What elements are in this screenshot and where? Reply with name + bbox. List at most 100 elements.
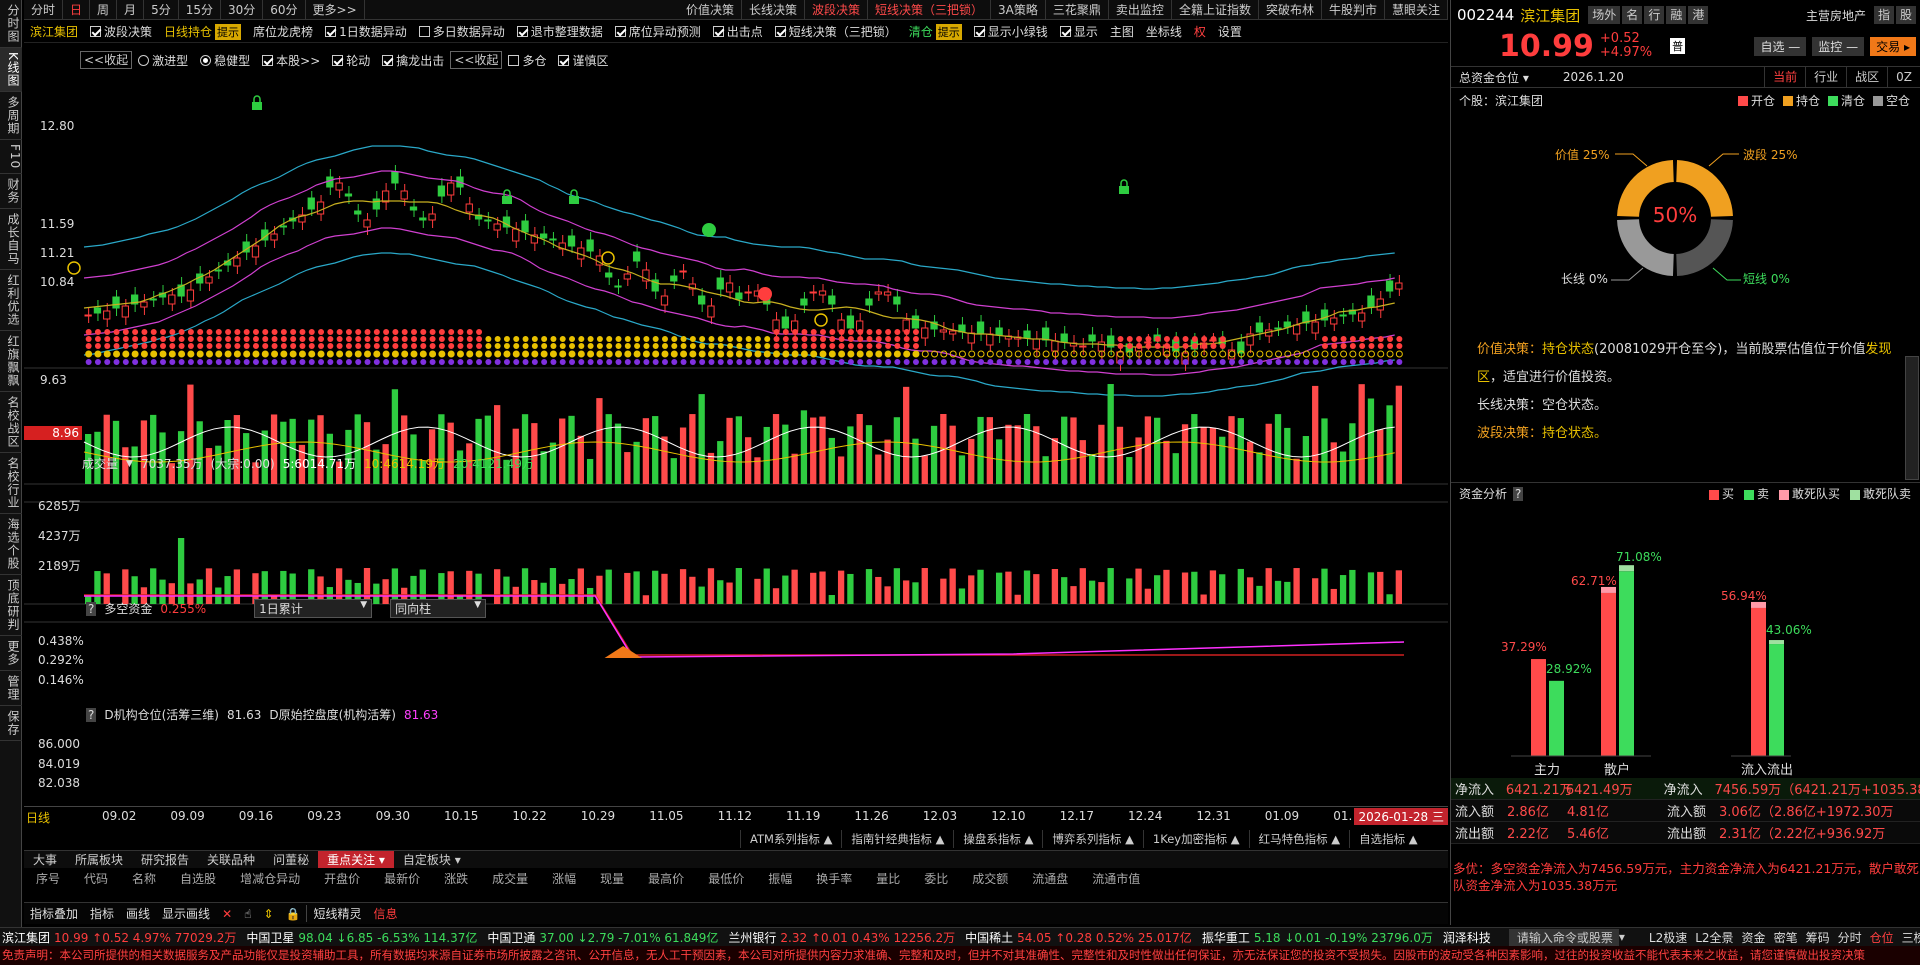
seat-dragon-list[interactable]: 席位龙虎榜 (247, 23, 319, 40)
table-col-8[interactable]: 成交量 (480, 870, 540, 884)
table-col-2[interactable]: 名称 (120, 870, 168, 884)
delist-data-toggle[interactable]: 退市整理数据 (511, 23, 609, 40)
sidebar-item-2[interactable]: 多周期 (0, 92, 22, 140)
attack-point-toggle[interactable]: 出击点 (707, 23, 769, 40)
aggressive-radio[interactable]: 激进型 (132, 52, 194, 69)
sidebar-item-0[interactable]: 分时图 (0, 0, 22, 48)
trade-button[interactable]: 交易 ▸ (1870, 36, 1916, 56)
collapse-button[interactable]: <<收起 (80, 51, 133, 69)
sidebar-item-8[interactable]: 名校战区 (0, 392, 22, 454)
bar-type-select[interactable]: 同向柱 ▼ (390, 599, 487, 618)
period-tab-7[interactable]: 更多>> (306, 0, 365, 19)
collapse-button-2[interactable]: <<收起 (450, 51, 503, 69)
sidebar-item-7[interactable]: 红旗飘飘 (0, 331, 22, 393)
func-tab-5[interactable]: 三花聚鼎 (1046, 0, 1109, 19)
lock-icon[interactable]: 🔒 (280, 907, 307, 921)
right-tab-2[interactable]: 行 (1644, 6, 1665, 24)
command-dropdown-icon[interactable]: ▾ (1619, 930, 1625, 944)
indicator-tab-6[interactable]: 自选指标 ▲ (1349, 830, 1427, 848)
sidebar-item-3[interactable]: F10 (0, 140, 22, 175)
sidebar-item-1[interactable]: K线图 (0, 48, 22, 92)
period-tab-2[interactable]: 月 (117, 0, 145, 19)
sidebar-item-6[interactable]: 红利优选 (0, 270, 22, 332)
right-tab-1[interactable]: 名 (1622, 6, 1643, 24)
table-col-7[interactable]: 涨跌 (432, 870, 480, 884)
bottom-tab-3[interactable]: 关联品种 (198, 851, 264, 868)
notes-scrollbar[interactable] (1905, 356, 1919, 480)
right-tab2-0[interactable]: 指 (1873, 6, 1894, 24)
indicator-tab-3[interactable]: 博弈系列指标 ▲ (1042, 830, 1143, 848)
table-col-14[interactable]: 换手率 (804, 870, 864, 884)
ticker-link-5[interactable]: 分时 (1834, 929, 1866, 946)
sidebar-item-9[interactable]: 名校行业 (0, 453, 22, 515)
multi-day-anomaly-toggle[interactable]: 多日数据异动 (413, 23, 511, 40)
period-tab-intraday[interactable]: 分时 (24, 0, 64, 19)
ticker-item[interactable]: 兰州银行 2.32 ↑0.01 0.43% 12256.2万 (726, 929, 963, 946)
sidebar-item-4[interactable]: 财务 (0, 174, 22, 210)
info-button[interactable]: 信息 (367, 905, 403, 922)
bottom-tab-4[interactable]: 问董秘 (264, 851, 318, 868)
monitor-button[interactable]: 监控 — (1812, 36, 1865, 56)
func-tab-10[interactable]: 慧眼关注 (1385, 0, 1448, 19)
table-col-16[interactable]: 委比 (912, 870, 960, 884)
band-decision-toggle[interactable]: 波段决策 (84, 23, 158, 40)
func-tab-8[interactable]: 突破布林 (1259, 0, 1322, 19)
sidebar-item-5[interactable]: 成长自马 (0, 209, 22, 271)
this-stock-toggle[interactable]: 本股>> (256, 52, 326, 69)
delete-icon[interactable]: ✕ (216, 907, 238, 921)
coordinate-line-button[interactable]: 坐标线 (1140, 23, 1188, 40)
sidebar-item-10[interactable]: 海选个股 (0, 514, 22, 576)
func-tab-7[interactable]: 全籍上证指数 (1172, 0, 1259, 19)
settings-button[interactable]: 设置 (1212, 23, 1248, 40)
table-col-5[interactable]: 开盘价 (312, 870, 372, 884)
dragon-attack-toggle[interactable]: 擒龙出击 (376, 52, 450, 69)
ticker-item[interactable]: 振华重工 5.18 ↓0.01 -0.19% 23796.0万 (1200, 929, 1441, 946)
period-tab-3[interactable]: 5分 (144, 0, 179, 19)
table-col-11[interactable]: 最高价 (636, 870, 696, 884)
position-tab-2[interactable]: 战区 (1846, 67, 1887, 87)
func-tab-9[interactable]: 牛股判市 (1322, 0, 1385, 19)
func-tab-6[interactable]: 卖出监控 (1109, 0, 1172, 19)
sidebar-item-14[interactable]: 保存 (0, 706, 22, 742)
period-tab-4[interactable]: 15分 (179, 0, 221, 19)
steady-radio[interactable]: 稳健型 (194, 52, 256, 69)
rights-button[interactable]: 权 (1188, 23, 1212, 40)
accumulate-select[interactable]: 1日累计 ▼ (254, 599, 373, 618)
one-day-anomaly-toggle[interactable]: 1日数据异动 (319, 23, 413, 40)
period-tab-1[interactable]: 周 (90, 0, 118, 19)
ticker-item[interactable]: 中国卫通 37.00 ↓2.79 -7.01% 61.849亿 (485, 929, 726, 946)
sidebar-item-13[interactable]: 管理 (0, 671, 22, 707)
ticker-link-2[interactable]: 资金 (1738, 929, 1770, 946)
period-label[interactable]: 日线 (26, 809, 50, 826)
kline-chart[interactable] (24, 72, 1448, 672)
func-tab-2[interactable]: 波段决策 (805, 0, 869, 19)
ticker-link-7[interactable]: 三榜 (1898, 929, 1920, 946)
right-tab2-1[interactable]: 股 (1895, 6, 1916, 24)
period-tab-5[interactable]: 30分 (221, 0, 264, 19)
ticker-link-0[interactable]: L2极速 (1645, 929, 1691, 946)
indicator-tab-2[interactable]: 操盘系指标 ▲ (953, 830, 1042, 848)
period-tab-0[interactable]: 日 (63, 0, 91, 19)
help-icon[interactable]: ? (1513, 486, 1524, 501)
hand-icon[interactable]: ☝ (238, 907, 257, 921)
sidebar-item-12[interactable]: 更多 (0, 636, 22, 672)
volume-title[interactable]: 成交量 (82, 455, 118, 472)
func-tab-0[interactable]: 价值决策 (679, 0, 742, 19)
indicator-button[interactable]: 指标 (84, 905, 120, 922)
table-col-10[interactable]: 现量 (588, 870, 636, 884)
ticker-item[interactable]: 中国稀土 54.05 ↑0.28 0.52% 25.017亿 (963, 929, 1200, 946)
seat-anomaly-forecast-toggle[interactable]: 席位异动预测 (609, 23, 707, 40)
indicator-overlay-button[interactable]: 指标叠加 (24, 905, 84, 922)
short-sprite-button[interactable]: 短线精灵 (306, 905, 367, 922)
show-draw-button[interactable]: 显示画线 (156, 905, 216, 922)
table-col-3[interactable]: 自选股 (168, 870, 228, 884)
bottom-tab-2[interactable]: 研究报告 (132, 851, 198, 868)
table-col-18[interactable]: 流通盘 (1020, 870, 1080, 884)
daily-position-toggle[interactable]: 日线持仓 提示 (158, 23, 247, 40)
position-tab-3[interactable]: 0Z (1887, 67, 1920, 87)
show-toggle[interactable]: 显示 (1054, 23, 1104, 40)
ticker-item[interactable]: 中国卫星 98.04 ↓6.85 -6.53% 114.37亿 (244, 929, 485, 946)
bottom-tab-1[interactable]: 所属板块 (66, 851, 132, 868)
func-tab-3[interactable]: 短线决策（三把锁） (868, 0, 992, 19)
sidebar-item-11[interactable]: 顶底研判 (0, 575, 22, 637)
